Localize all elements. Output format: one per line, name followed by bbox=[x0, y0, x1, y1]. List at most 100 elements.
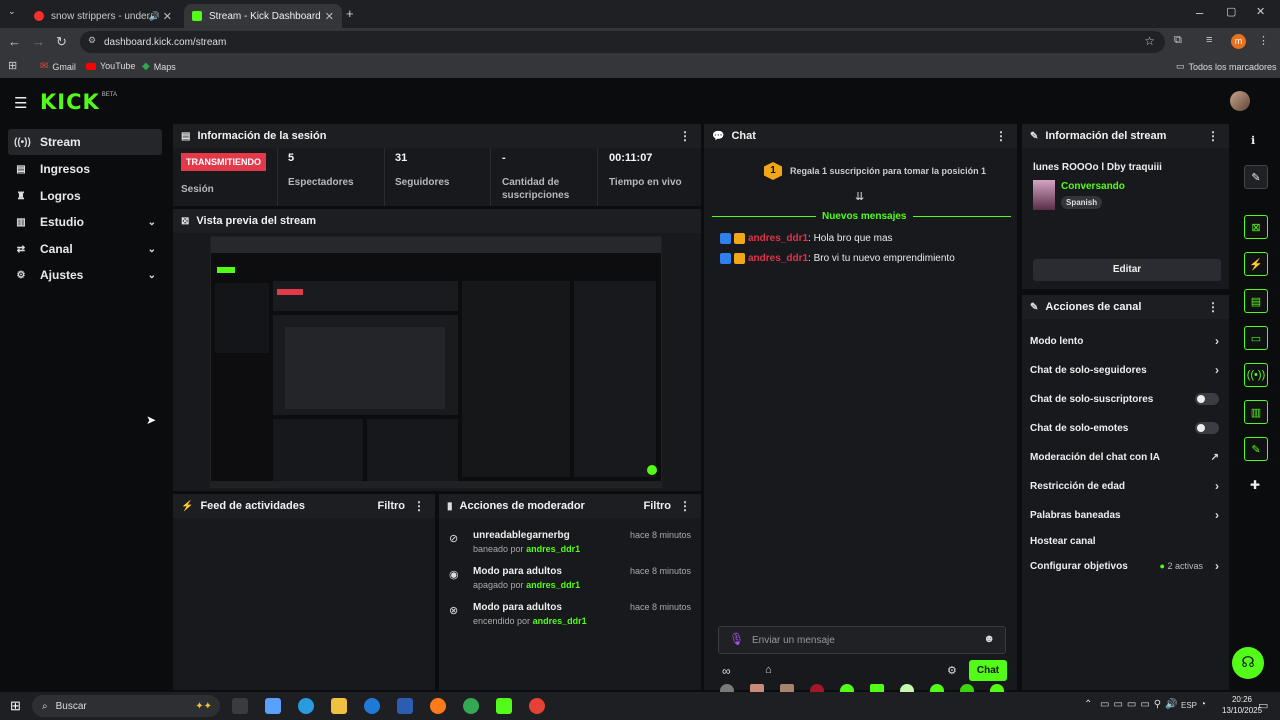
moderator-name[interactable]: andres_ddr1 bbox=[526, 580, 580, 590]
back-icon[interactable]: ← bbox=[8, 34, 21, 49]
lightning-rail-icon[interactable]: ⚡ bbox=[1244, 252, 1268, 276]
pinned-collapse-icon[interactable]: ⇊ bbox=[855, 190, 864, 203]
hamburger-menu-icon[interactable]: ☰ bbox=[14, 94, 27, 112]
all-bookmarks[interactable]: ▭ Todos los marcadores bbox=[1176, 61, 1277, 72]
forward-icon[interactable]: → bbox=[32, 34, 45, 49]
document-rail-icon[interactable]: ▤ bbox=[1244, 289, 1268, 313]
clock[interactable]: 20:26 13/10/2025 bbox=[1222, 694, 1262, 716]
audio-icon[interactable]: 🔊 bbox=[149, 11, 160, 22]
notifications-icon[interactable]: ▭ bbox=[1258, 699, 1268, 712]
sidebar-item-estudio[interactable]: ▥ Estudio ⌄ bbox=[8, 209, 162, 235]
close-tab-icon[interactable]: ✕ bbox=[325, 10, 334, 23]
extensions-icon[interactable]: ⧉ bbox=[1174, 34, 1182, 47]
minimize-icon[interactable]: – bbox=[1196, 5, 1203, 20]
tab-kick-dashboard[interactable]: Stream - Kick Dashboard ✕ bbox=[184, 4, 342, 28]
chat-input[interactable]: 🎙 Enviar un mensaje ☻ bbox=[718, 626, 1006, 654]
window-close-icon[interactable]: ✕ bbox=[1256, 5, 1265, 18]
chrome-menu-icon[interactable]: ⋮ bbox=[1258, 34, 1269, 47]
copilot-icon[interactable] bbox=[265, 698, 281, 714]
slow-mode-row[interactable]: Modo lento › bbox=[1030, 330, 1221, 352]
more-options-icon[interactable]: ⋮ bbox=[995, 129, 1007, 143]
more-options-icon[interactable]: ⋮ bbox=[413, 499, 425, 513]
bookmark-youtube[interactable]: YouTube bbox=[86, 61, 135, 71]
preview-rail-icon[interactable]: ⊠ bbox=[1244, 215, 1268, 239]
pencil-rail-icon[interactable]: ✎ bbox=[1244, 165, 1268, 189]
tab-search-icon[interactable]: ⌄ bbox=[8, 6, 16, 17]
broadcast-rail-icon[interactable]: ((•)) bbox=[1244, 363, 1268, 387]
banned-words-row[interactable]: Palabras baneadas › bbox=[1030, 504, 1221, 526]
maximize-icon[interactable]: ▢ bbox=[1226, 5, 1236, 18]
tray-overflow-icon[interactable]: ⌃ bbox=[1084, 699, 1092, 710]
profile-avatar[interactable]: m bbox=[1231, 34, 1246, 49]
word-icon[interactable] bbox=[397, 698, 413, 714]
media-icon[interactable]: ≡ bbox=[1206, 34, 1212, 46]
ai-moderation-row[interactable]: Moderación del chat con IA ↗ bbox=[1030, 446, 1221, 468]
more-options-icon[interactable]: ⋮ bbox=[1207, 129, 1219, 143]
windows-start-icon[interactable]: ⊞ bbox=[10, 698, 21, 714]
system-tray-icons[interactable]: ▭▭▭▭⚲🔊 bbox=[1100, 699, 1182, 710]
bookmark-star-icon[interactable]: ☆ bbox=[1144, 34, 1155, 48]
firefox-icon[interactable] bbox=[430, 698, 446, 714]
emotes-only-toggle[interactable] bbox=[1195, 422, 1219, 434]
more-options-icon[interactable]: ⋮ bbox=[679, 129, 691, 143]
channel-rail-icon[interactable]: ▥ bbox=[1244, 400, 1268, 424]
chrome-icon[interactable] bbox=[463, 698, 479, 714]
url-bar[interactable]: ⚙ dashboard.kick.com/stream ☆ bbox=[80, 31, 1165, 53]
sidebar-item-ajustes[interactable]: ⚙ Ajustes ⌄ bbox=[8, 262, 162, 288]
microphone-icon[interactable]: 🎙 bbox=[729, 632, 744, 646]
site-info-icon[interactable]: ⚙ bbox=[88, 35, 96, 46]
filter-button[interactable]: Filtro bbox=[378, 500, 406, 512]
taskbar-search[interactable]: ⌕ Buscar ✦✦ bbox=[32, 695, 220, 717]
store-icon[interactable]: ⌂ bbox=[765, 664, 772, 676]
add-widget-icon[interactable]: ✚ bbox=[1250, 478, 1260, 492]
more-options-icon[interactable]: ⋮ bbox=[679, 499, 691, 513]
kick-logo[interactable]: KICK BETA bbox=[40, 90, 117, 114]
mod-action-verb: encendido por bbox=[473, 616, 531, 626]
host-channel-row[interactable]: Hostear canal bbox=[1030, 530, 1221, 552]
edge-icon[interactable] bbox=[298, 698, 314, 714]
moderator-name[interactable]: andres_ddr1 bbox=[526, 544, 580, 554]
new-tab-icon[interactable]: + bbox=[346, 6, 354, 21]
moderator-name[interactable]: andres_ddr1 bbox=[533, 616, 587, 626]
language-indicator[interactable]: ESP bbox=[1181, 701, 1197, 710]
stream-category[interactable]: Conversando bbox=[1061, 181, 1125, 192]
kick-favicon-icon bbox=[192, 11, 202, 21]
age-restriction-row[interactable]: Restricción de edad › bbox=[1030, 475, 1221, 497]
chat-send-button[interactable]: Chat bbox=[969, 660, 1007, 681]
sidebar-item-stream[interactable]: ((•)) Stream bbox=[8, 129, 162, 155]
reload-icon[interactable]: ↻ bbox=[56, 34, 67, 50]
tab-youtube[interactable]: snow strippers - under you 🔊 ✕ bbox=[26, 4, 180, 28]
filter-button[interactable]: Filtro bbox=[644, 500, 672, 512]
sidebar-item-ingresos[interactable]: ▤ Ingresos bbox=[8, 156, 162, 182]
wifi-icon[interactable]: ◔ bbox=[1200, 699, 1206, 710]
stream-video-preview[interactable] bbox=[210, 236, 662, 488]
bookmark-maps[interactable]: ◆ Maps bbox=[142, 61, 176, 72]
chrome-active-icon[interactable] bbox=[529, 698, 545, 714]
sidebar-item-canal[interactable]: ⇄ Canal ⌄ bbox=[8, 236, 162, 262]
emoji-icon[interactable]: ☻ bbox=[983, 633, 995, 645]
subscribers-only-toggle[interactable] bbox=[1195, 393, 1219, 405]
chat-rail-icon[interactable]: ▭ bbox=[1244, 326, 1268, 350]
chat-username[interactable]: andres_ddr1 bbox=[748, 253, 808, 264]
sidebar-item-logros[interactable]: ♜ Logros bbox=[8, 183, 162, 209]
app-icon[interactable] bbox=[364, 698, 380, 714]
followers-only-row[interactable]: Chat de solo-seguidores › bbox=[1030, 359, 1221, 381]
file-explorer-icon[interactable] bbox=[331, 698, 347, 714]
wrench-rail-icon[interactable]: ✎ bbox=[1244, 437, 1268, 461]
gift-leaderboard[interactable]: 1 Regala 1 suscripción para tomar la pos… bbox=[764, 162, 986, 180]
bookmark-gmail[interactable]: ✉ Gmail bbox=[40, 61, 76, 72]
kick-app-icon[interactable] bbox=[496, 698, 512, 714]
kick-points-icon[interactable]: ∞ bbox=[722, 664, 731, 678]
help-support-icon[interactable]: ☊ bbox=[1232, 647, 1264, 679]
apps-grid-icon[interactable]: ⊞ bbox=[8, 59, 17, 72]
task-view-icon[interactable] bbox=[232, 698, 248, 714]
close-tab-icon[interactable]: ✕ bbox=[163, 10, 172, 23]
info-rail-icon[interactable]: ℹ bbox=[1251, 134, 1255, 147]
more-options-icon[interactable]: ⋮ bbox=[1207, 300, 1219, 314]
edit-stream-button[interactable]: Editar bbox=[1033, 259, 1221, 281]
goals-row[interactable]: Configurar objetivos ● 2 activas › bbox=[1030, 555, 1221, 577]
divider bbox=[597, 148, 598, 206]
chat-username[interactable]: andres_ddr1 bbox=[748, 233, 808, 244]
chat-settings-gear-icon[interactable]: ⚙ bbox=[947, 664, 957, 677]
user-avatar[interactable] bbox=[1230, 91, 1250, 111]
